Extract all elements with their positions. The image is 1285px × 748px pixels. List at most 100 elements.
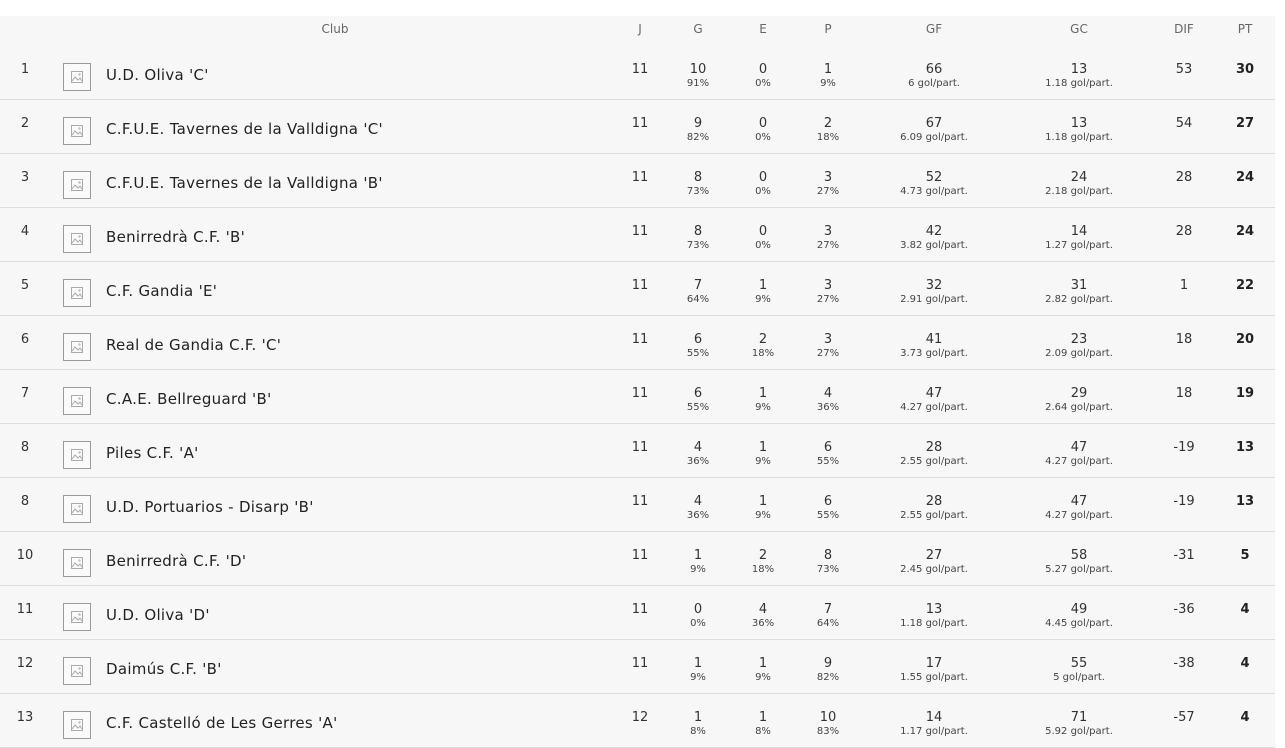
won-percent: 9% [690,564,706,575]
lost-cell: 4 [823,386,833,401]
club-name[interactable]: C.F.U.E. Tavernes de la Valldigna 'C' [106,120,383,138]
header-goal-difference[interactable]: DIF [1174,22,1194,36]
club-logo-placeholder-icon [63,117,91,145]
goals-against-average: 2.18 gol/part. [1045,186,1113,197]
position: 8 [20,494,30,509]
goals-against-cell: 14 [1070,224,1088,239]
table-header: Club J G E P GF GC DIF PT [0,16,1275,46]
goals-for-cell: 17 [925,656,943,671]
goals-against-average: 2.64 gol/part. [1045,402,1113,413]
drawn-cell: 1 [758,440,768,455]
played-cell: 11 [631,116,649,131]
table-row[interactable]: C.A.E. Bellreguard 'B' 7 11 6 55% 1 9% 4 36% 47 4.… [0,370,1275,424]
table-row[interactable]: U.D. Oliva 'C' 1 11 10 91% 0 0% 1 9% 66 6 gol/part… [0,46,1275,100]
goals-for-cell: 28 [925,494,943,509]
points-cell: 13 [1235,440,1255,455]
table-row[interactable]: U.D. Oliva 'D' 11 11 0 0% 4 36% 7 64% 13 1.18 gol/… [0,586,1275,640]
header-goals-against[interactable]: GC [1070,22,1088,36]
goals-against-cell: 13 [1070,116,1088,131]
points-cell: 4 [1240,710,1250,725]
table-row[interactable]: U.D. Portuarios - Disarp 'B' 8 11 4 36% 1 9% 6 5… [0,478,1275,532]
goals-against-average: 5.92 gol/part. [1045,726,1113,737]
club-logo-placeholder-icon [63,657,91,685]
club-name[interactable]: Benirredrà C.F. 'D' [106,552,246,570]
won-percent: 55% [686,402,710,413]
played-cell: 11 [631,494,649,509]
club-name[interactable]: Daimús C.F. 'B' [106,660,222,678]
goals-for-cell: 41 [925,332,943,347]
drawn-cell: 1 [758,710,768,725]
lost-percent: 36% [816,402,840,413]
club-logo-placeholder-icon [63,711,91,739]
standings-table: Club J G E P GF GC DIF PT U.D. Oliva 'C'… [0,16,1275,748]
header-played[interactable]: J [638,22,642,36]
drawn-cell: 1 [758,494,768,509]
table-row[interactable]: Piles C.F. 'A' 8 11 4 36% 1 9% 6 55% 28 2.55 gol/p… [0,424,1275,478]
club-logo-placeholder-icon [63,171,91,199]
points-cell: 22 [1235,278,1255,293]
goals-for-cell: 42 [925,224,943,239]
club-name[interactable]: C.A.E. Bellreguard 'B' [106,390,272,408]
drawn-cell: 0 [758,62,768,77]
table-row[interactable]: Benirredrà C.F. 'D' 10 11 1 9% 2 18% 8 73% 27 2.45… [0,532,1275,586]
drawn-cell: 1 [758,656,768,671]
goal-difference-cell: -57 [1173,710,1195,725]
points-cell: 19 [1235,386,1255,401]
goal-difference-cell: 28 [1175,170,1193,185]
table-row[interactable]: Daimús C.F. 'B' 12 11 1 9% 1 9% 9 82% 17 1.55 gol/… [0,640,1275,694]
position: 8 [20,440,30,455]
points-cell: 4 [1240,656,1250,671]
club-logo-placeholder-icon [63,63,91,91]
goal-difference-cell: 54 [1175,116,1193,131]
club-name[interactable]: C.F. Gandia 'E' [106,282,217,300]
header-points[interactable]: PT [1238,22,1253,36]
goals-against-average: 2.82 gol/part. [1045,294,1113,305]
club-name[interactable]: C.F.U.E. Tavernes de la Valldigna 'B' [106,174,383,192]
table-row[interactable]: C.F.U.E. Tavernes de la Valldigna 'C' 2 11… [0,100,1275,154]
goals-against-cell: 13 [1070,62,1088,77]
lost-cell: 10 [819,710,837,725]
goal-difference-cell: 1 [1179,278,1189,293]
played-cell: 11 [631,224,649,239]
header-drawn[interactable]: E [759,22,767,36]
header-club[interactable]: Club [322,22,349,36]
table-row[interactable]: C.F. Gandia 'E' 5 11 7 64% 1 9% 3 27% 32 2.91 gol/… [0,262,1275,316]
goals-against-average: 2.09 gol/part. [1045,348,1113,359]
lost-cell: 1 [823,62,833,77]
won-cell: 6 [693,332,703,347]
goals-against-average: 4.27 gol/part. [1045,456,1113,467]
drawn-percent: 0% [755,78,771,89]
club-name[interactable]: U.D. Portuarios - Disarp 'B' [106,498,314,516]
played-cell: 11 [631,62,649,77]
goals-against-average: 1.18 gol/part. [1045,132,1113,143]
club-name[interactable]: C.F. Castelló de Les Gerres 'A' [106,714,338,732]
played-cell: 11 [631,386,649,401]
table-row[interactable]: C.F. Castelló de Les Gerres 'A' 13 12 1 8% 1 8… [0,694,1275,748]
lost-percent: 64% [816,618,840,629]
goal-difference-cell: 28 [1175,224,1193,239]
position: 6 [20,332,30,347]
drawn-percent: 0% [755,240,771,251]
position: 11 [16,602,34,617]
lost-percent: 55% [816,510,840,521]
table-row[interactable]: Benirredrà C.F. 'B' 4 11 8 73% 0 0% 3 27% 42 3.82 … [0,208,1275,262]
club-name[interactable]: U.D. Oliva 'C' [106,66,209,84]
club-logo-placeholder-icon [63,441,91,469]
goals-against-average: 1.18 gol/part. [1045,78,1113,89]
won-cell: 6 [693,386,703,401]
drawn-percent: 36% [751,618,775,629]
goals-for-cell: 32 [925,278,943,293]
header-won[interactable]: G [693,22,702,36]
drawn-percent: 9% [755,672,771,683]
club-name[interactable]: Benirredrà C.F. 'B' [106,228,245,246]
goals-for-cell: 27 [925,548,943,563]
header-goals-for[interactable]: GF [926,22,942,36]
header-lost[interactable]: P [824,22,831,36]
club-name[interactable]: Piles C.F. 'A' [106,444,199,462]
club-name[interactable]: U.D. Oliva 'D' [106,606,210,624]
table-row[interactable]: Real de Gandia C.F. 'C' 6 11 6 55% 2 18% 3 27% 41… [0,316,1275,370]
goals-against-cell: 71 [1070,710,1088,725]
table-row[interactable]: C.F.U.E. Tavernes de la Valldigna 'B' 3 11… [0,154,1275,208]
goals-against-cell: 58 [1070,548,1088,563]
club-name[interactable]: Real de Gandia C.F. 'C' [106,336,281,354]
